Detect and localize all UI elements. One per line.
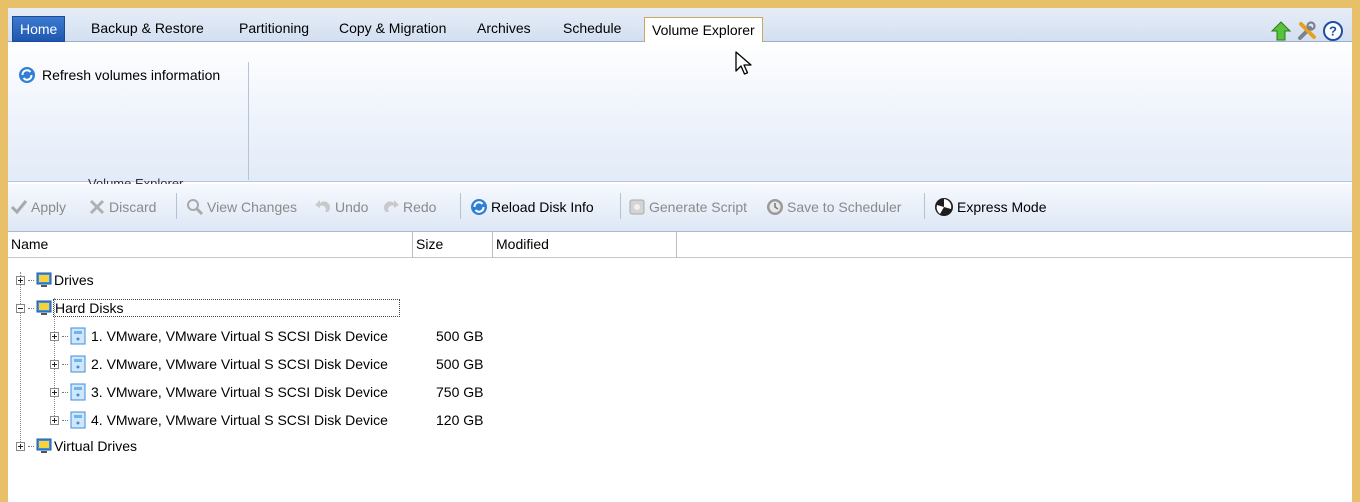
apply-label: Apply bbox=[31, 199, 67, 215]
tree-node-label: Hard Disks bbox=[53, 299, 400, 317]
expand-toggle[interactable] bbox=[50, 359, 59, 369]
tab-bar: Home Backup & Restore Partitioning Copy … bbox=[8, 8, 1352, 43]
generate-script-label: Generate Script bbox=[649, 199, 748, 215]
expand-toggle[interactable] bbox=[16, 275, 25, 285]
expand-toggle[interactable] bbox=[50, 387, 59, 397]
tab-volume-explorer[interactable]: Volume Explorer bbox=[644, 17, 763, 43]
checkmark-icon bbox=[10, 200, 28, 215]
generate-script-button[interactable]: Generate Script bbox=[628, 196, 747, 218]
apply-button[interactable]: Apply bbox=[10, 196, 66, 218]
disk-name: 3. VMware, VMware Virtual S SCSI Disk De… bbox=[91, 384, 388, 400]
toolbar-separator bbox=[176, 193, 177, 219]
hard-disk-icon bbox=[70, 383, 86, 401]
window-tools: ? bbox=[1270, 19, 1344, 43]
view-changes-label: View Changes bbox=[207, 199, 298, 215]
monitor-icon bbox=[36, 300, 52, 315]
disk-name: 2. VMware, VMware Virtual S SCSI Disk De… bbox=[91, 356, 388, 372]
refresh-icon bbox=[19, 67, 35, 83]
save-to-scheduler-label: Save to Scheduler bbox=[787, 199, 902, 215]
undo-button[interactable]: Undo bbox=[314, 196, 368, 218]
disk-name: 4. VMware, VMware Virtual S SCSI Disk De… bbox=[91, 412, 388, 428]
disk-size: 750 GB bbox=[436, 384, 484, 400]
express-mode-label: Express Mode bbox=[957, 199, 1047, 215]
home-arrow-icon[interactable] bbox=[1270, 20, 1292, 42]
tab-home[interactable]: Home bbox=[12, 16, 66, 42]
redo-button[interactable]: Redo bbox=[382, 196, 436, 218]
redo-label: Redo bbox=[403, 199, 437, 215]
disk-size: 500 GB bbox=[436, 356, 484, 372]
column-header-size[interactable]: Size bbox=[413, 232, 493, 258]
express-mode-button[interactable]: Express Mode bbox=[934, 196, 1046, 218]
tree-node-virtual-drives[interactable]: Virtual Drives bbox=[16, 434, 137, 458]
svg-text:?: ? bbox=[1329, 24, 1337, 39]
save-to-scheduler-button[interactable]: Save to Scheduler bbox=[766, 196, 901, 218]
redo-icon bbox=[383, 200, 399, 212]
tree-node-label: Drives bbox=[54, 272, 94, 288]
expand-toggle[interactable] bbox=[16, 441, 25, 451]
app-window: Home Backup & Restore Partitioning Copy … bbox=[8, 8, 1352, 502]
expand-toggle[interactable] bbox=[50, 331, 59, 341]
script-icon bbox=[629, 199, 645, 215]
tree-node-disk[interactable]: 2. VMware, VMware Virtual S SCSI Disk De… bbox=[50, 352, 388, 376]
disk-size: 120 GB bbox=[436, 412, 484, 428]
mouse-cursor-icon bbox=[735, 51, 752, 75]
tab-archives[interactable]: Archives bbox=[470, 16, 538, 42]
expand-toggle[interactable] bbox=[50, 415, 59, 425]
column-header-modified[interactable]: Modified bbox=[493, 232, 677, 258]
tab-schedule[interactable]: Schedule bbox=[556, 16, 628, 42]
hard-disk-icon bbox=[70, 327, 86, 345]
tab-copy-migration[interactable]: Copy & Migration bbox=[332, 16, 453, 42]
tab-partitioning[interactable]: Partitioning bbox=[232, 16, 316, 42]
discard-label: Discard bbox=[109, 199, 157, 215]
express-mode-icon bbox=[935, 198, 953, 216]
list-header: Name Size Modified bbox=[8, 232, 1352, 258]
help-icon[interactable]: ? bbox=[1322, 20, 1344, 42]
magnifier-icon bbox=[187, 199, 204, 216]
undo-icon bbox=[315, 200, 331, 212]
hard-disk-icon bbox=[70, 411, 86, 429]
tree-node-label: Virtual Drives bbox=[54, 438, 137, 454]
toolbar-separator bbox=[620, 193, 621, 219]
discard-icon bbox=[89, 199, 105, 215]
reload-icon bbox=[471, 199, 487, 215]
clock-icon bbox=[767, 199, 783, 215]
view-changes-button[interactable]: View Changes bbox=[186, 196, 297, 218]
reload-disk-info-button[interactable]: Reload Disk Info bbox=[470, 196, 594, 218]
hard-disk-icon bbox=[70, 355, 86, 373]
tree-node-disk[interactable]: 3. VMware, VMware Virtual S SCSI Disk De… bbox=[50, 380, 388, 404]
discard-button[interactable]: Discard bbox=[88, 196, 156, 218]
tree-node-disk[interactable]: 4. VMware, VMware Virtual S SCSI Disk De… bbox=[50, 408, 388, 432]
ribbon-panel: Refresh volumes information Volume Explo… bbox=[8, 42, 1352, 191]
column-header-name[interactable]: Name bbox=[8, 232, 413, 258]
reload-label: Reload Disk Info bbox=[491, 199, 594, 215]
collapse-toggle[interactable] bbox=[16, 303, 25, 313]
ribbon-separator bbox=[248, 62, 249, 180]
refresh-volumes-button[interactable]: Refresh volumes information bbox=[18, 64, 220, 86]
monitor-icon bbox=[36, 438, 52, 453]
disk-name: 1. VMware, VMware Virtual S SCSI Disk De… bbox=[91, 328, 388, 344]
tree-node-disk[interactable]: 1. VMware, VMware Virtual S SCSI Disk De… bbox=[50, 324, 388, 348]
undo-label: Undo bbox=[335, 199, 369, 215]
monitor-icon bbox=[36, 272, 52, 287]
tools-icon[interactable] bbox=[1296, 20, 1318, 42]
tree-node-hard-disks[interactable]: Hard Disks bbox=[16, 296, 400, 320]
tree-node-drives[interactable]: Drives bbox=[16, 268, 94, 292]
toolbar-separator bbox=[460, 193, 461, 219]
refresh-volumes-label: Refresh volumes information bbox=[42, 67, 221, 83]
tab-backup-restore[interactable]: Backup & Restore bbox=[84, 16, 211, 42]
disk-size: 500 GB bbox=[436, 328, 484, 344]
toolbar-separator bbox=[924, 193, 925, 219]
volume-tree: Drives Hard Disks 1. VMware, VMware Virt… bbox=[8, 260, 1352, 502]
